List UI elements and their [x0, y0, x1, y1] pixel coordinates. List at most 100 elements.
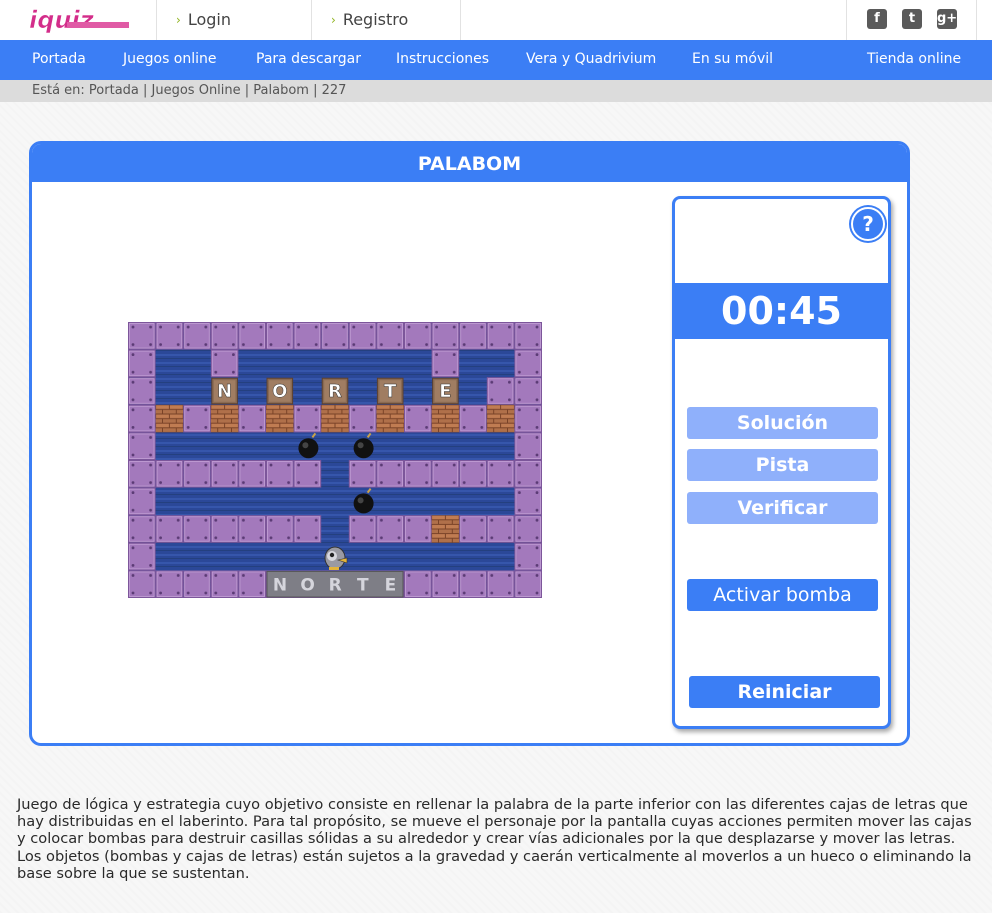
game-description: Juego de lógica y estrategia cuyo objeti… — [17, 796, 972, 882]
wall-tile — [238, 570, 266, 598]
wall-tile — [155, 322, 184, 350]
verify-button[interactable]: Verificar — [687, 492, 878, 524]
wall-tile — [459, 460, 487, 488]
letter-box: E — [432, 377, 459, 405]
wall-tile — [404, 460, 432, 488]
wall-tile — [183, 570, 211, 598]
wall-tile — [321, 322, 349, 350]
nav-en-su-movil[interactable]: En su móvil — [692, 51, 773, 67]
twitter-icon[interactable]: t — [902, 9, 922, 29]
breadcrumb: Está en: Portada | Juegos Online | Palab… — [0, 80, 992, 102]
wall-tile — [514, 515, 542, 543]
top-bar: iquiz › Login › Registro f t g+ — [0, 0, 992, 40]
wall-tile — [514, 570, 542, 598]
nav-para-descargar[interactable]: Para descargar — [256, 51, 361, 67]
wall-tile — [128, 432, 156, 460]
help-icon[interactable]: ? — [851, 207, 885, 241]
wall-tile — [486, 515, 515, 543]
wall-tile — [348, 404, 377, 433]
wall-tile — [404, 570, 432, 598]
brick-tile — [155, 404, 184, 433]
brick-tile — [266, 404, 294, 433]
wall-tile — [155, 460, 184, 488]
wall-tile — [128, 404, 156, 433]
letter-box: T — [376, 377, 404, 405]
wall-tile — [514, 460, 542, 488]
wall-tile — [514, 377, 542, 405]
wall-tile — [183, 460, 211, 488]
wall-tile — [459, 322, 487, 350]
letter-box-text: R — [328, 381, 342, 402]
wall-tile — [266, 460, 294, 488]
wall-tile — [514, 432, 542, 460]
wall-tile — [348, 460, 377, 488]
wall-tile — [238, 460, 266, 488]
wall-tile — [486, 460, 515, 488]
timer-display: 00:45 — [675, 283, 888, 339]
hint-button[interactable]: Pista — [687, 449, 878, 481]
wall-tile — [266, 515, 294, 543]
game-board[interactable]: NORTE NORTE — [128, 322, 542, 598]
login-link[interactable]: › Login — [176, 10, 231, 29]
brick-tile — [431, 515, 460, 543]
wall-tile — [459, 404, 487, 433]
wall-tile — [266, 322, 294, 350]
nav-juegos-online[interactable]: Juegos online — [123, 51, 217, 67]
brick-tile — [321, 404, 349, 433]
game-panel: PALABOM N O R T E N O R T E ? 00:45 Solu… — [29, 141, 910, 746]
wall-tile — [348, 322, 377, 350]
wall-tile — [514, 349, 542, 378]
wall-tile — [376, 322, 404, 350]
wall-tile — [210, 322, 239, 350]
wall-tile — [210, 570, 239, 598]
wall-tile — [486, 322, 515, 350]
iquiz-logo[interactable]: iquiz — [27, 6, 133, 34]
register-link[interactable]: › Registro — [331, 10, 408, 29]
wall-tile — [128, 349, 156, 378]
target-letter: R — [329, 575, 344, 595]
wall-tile — [514, 487, 542, 516]
wall-tile — [459, 570, 487, 598]
target-letter: T — [357, 575, 371, 595]
solution-button[interactable]: Solución — [687, 407, 878, 439]
target-word: NORTE — [266, 570, 404, 598]
google-plus-icon[interactable]: g+ — [937, 9, 957, 29]
wall-tile — [210, 349, 239, 378]
wall-tile — [431, 322, 460, 350]
wall-tile — [293, 322, 322, 350]
wall-tile — [486, 377, 515, 405]
wall-tile — [293, 515, 322, 543]
wall-tile — [183, 322, 211, 350]
wall-tile — [183, 515, 211, 543]
restart-button[interactable]: Reiniciar — [689, 676, 880, 708]
letter-box-text: O — [272, 381, 287, 402]
wall-tile — [348, 515, 377, 543]
wall-tile — [155, 570, 184, 598]
letter-box: O — [266, 377, 294, 405]
brick-tile — [376, 404, 404, 433]
letter-box-text: N — [217, 381, 232, 402]
letter-box: R — [321, 377, 349, 405]
wall-tile — [431, 570, 460, 598]
nav-vera-quadrivium[interactable]: Vera y Quadrivium — [526, 51, 656, 67]
nav-tienda-online[interactable]: Tienda online — [867, 51, 961, 67]
game-title-bar: PALABOM — [32, 144, 907, 182]
wall-tile — [376, 460, 404, 488]
wall-tile — [183, 404, 211, 433]
brick-tile — [431, 404, 460, 433]
letter-box: N — [211, 377, 238, 405]
wall-tile — [128, 460, 156, 488]
nav-instrucciones[interactable]: Instrucciones — [396, 51, 489, 67]
wall-tile — [128, 570, 156, 598]
letter-box-text: T — [384, 381, 397, 402]
wall-tile — [376, 515, 404, 543]
activate-bomb-button[interactable]: Activar bomba — [687, 579, 878, 611]
nav-portada[interactable]: Portada — [32, 51, 86, 67]
facebook-icon[interactable]: f — [867, 9, 887, 29]
wall-tile — [128, 515, 156, 543]
wall-tile — [128, 542, 156, 571]
wall-tile — [404, 322, 432, 350]
chevron-right-icon: › — [331, 13, 336, 27]
wall-tile — [238, 322, 266, 350]
wall-tile — [293, 404, 322, 433]
